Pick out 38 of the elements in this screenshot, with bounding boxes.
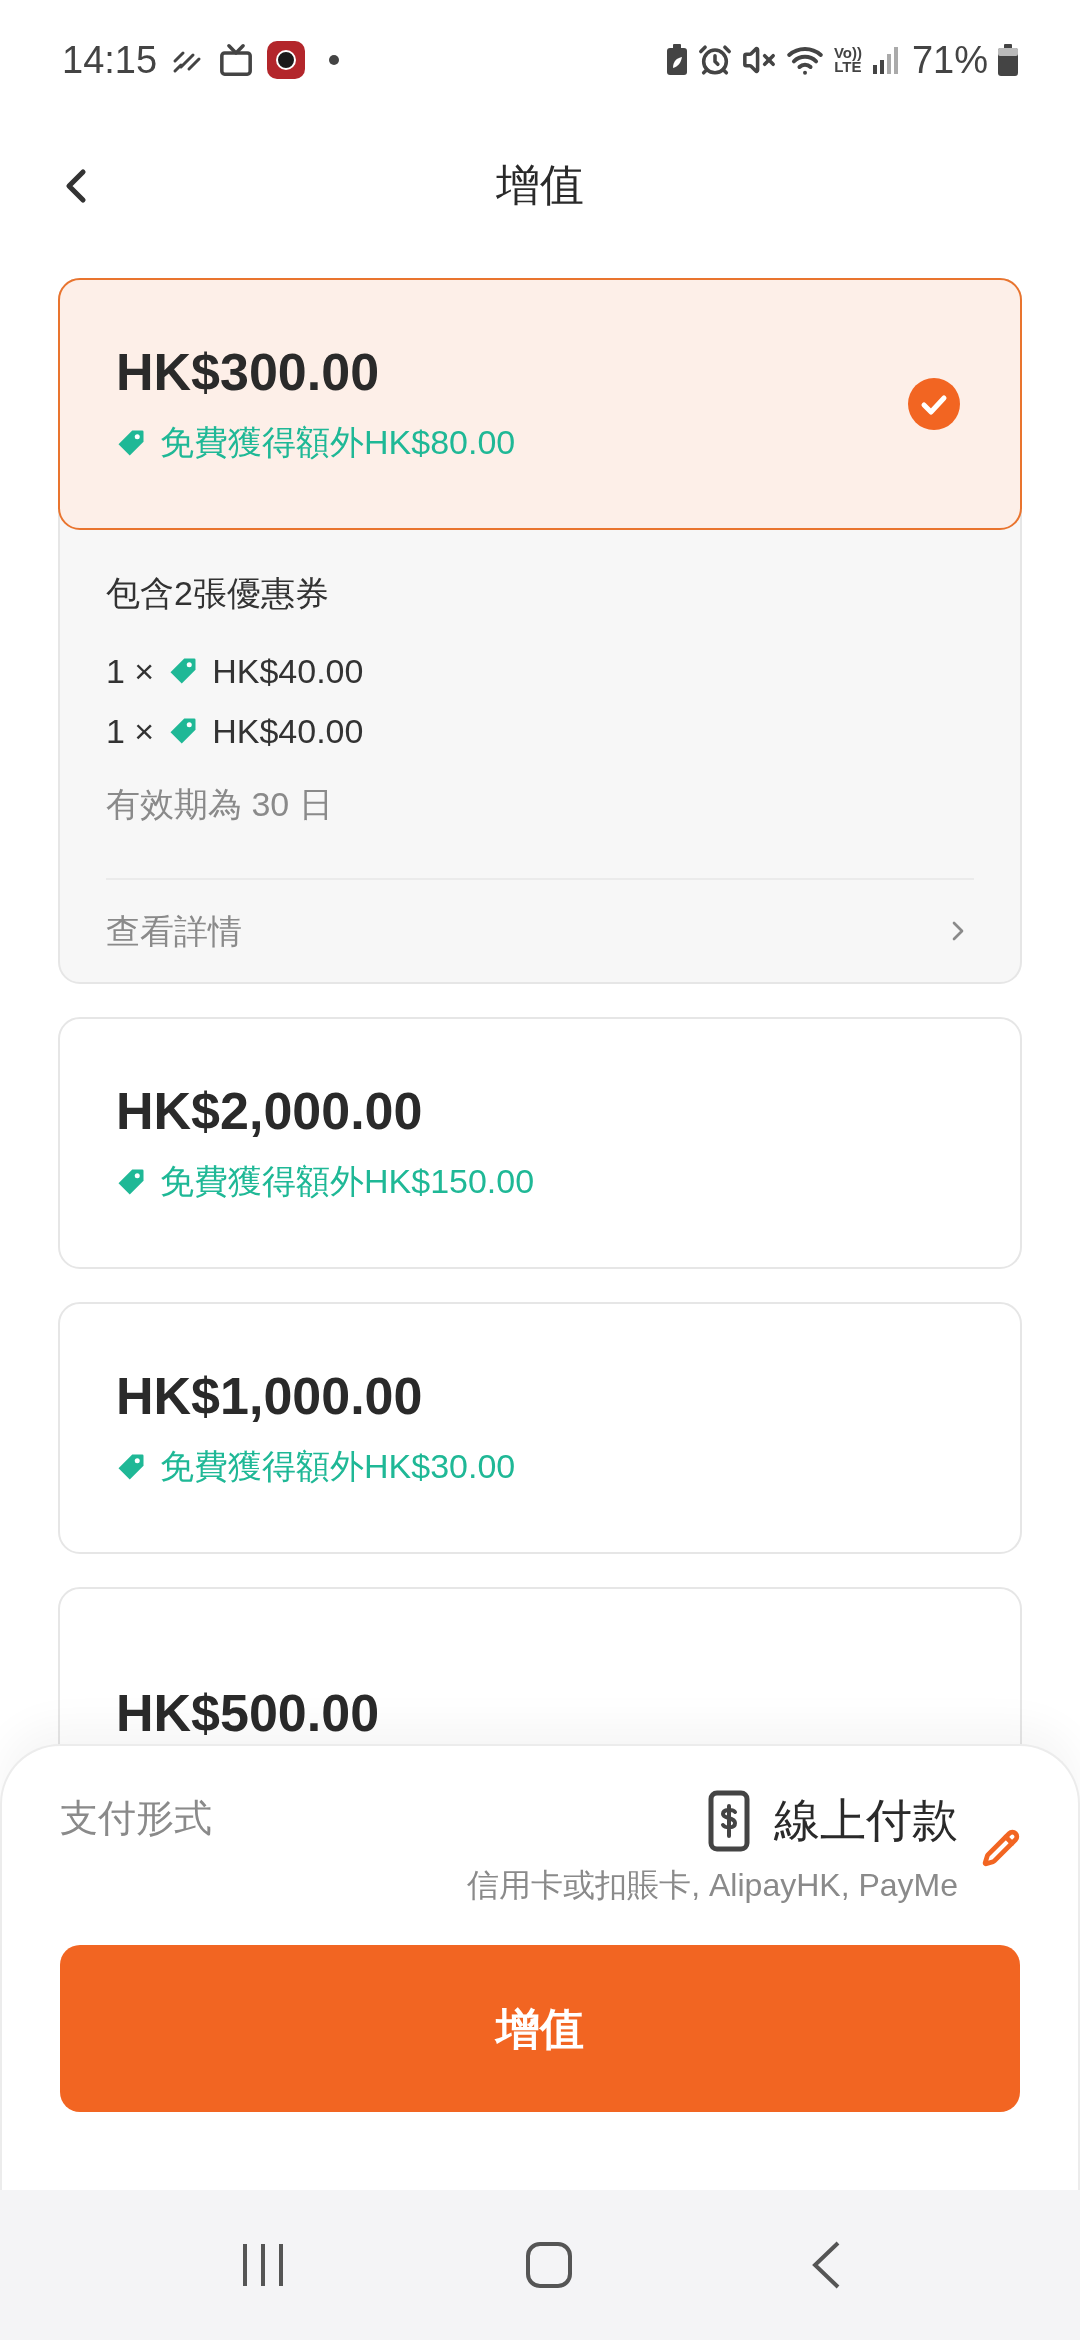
bonus-text: 免費獲得額外HK$150.00 [160,1161,535,1202]
package-amount: HK$1,000.00 [116,1366,424,1427]
payment-label: 支付形式 [60,1796,212,1841]
bonus-text: 免費獲得額外HK$30.00 [160,1446,516,1487]
payment-method: 線上付款 [774,1793,958,1848]
battery-saver-icon [665,44,688,76]
network-label: LTE [834,60,862,75]
package-option[interactable]: HK$300.00 免費獲得額外HK$80.00 [58,278,1022,530]
coupon-value: HK$40.00 [212,710,364,752]
app-icon [267,41,306,79]
check-icon [908,378,960,430]
payment-description: 信用卡或扣賬卡, AlipayHK, PayMe [467,1866,958,1905]
package-option[interactable]: HK$500.00 [58,1587,1022,1746]
coupon-quantity: 1 × [106,710,155,752]
tag-icon [168,656,199,686]
home-icon[interactable] [525,2241,573,2289]
package-option[interactable]: HK$1,000.00 免費獲得額外HK$30.00 [58,1302,1022,1554]
clock-time: 14:15 [62,37,158,83]
edit-button[interactable] [982,1828,1020,1867]
phone-dollar-icon [708,1789,750,1852]
package-option[interactable]: HK$2,000.00 免費獲得額外HK$150.00 [58,1017,1022,1269]
volte-label: Vo)) [833,45,862,60]
coupon-summary: 包含2張優惠券 [106,573,330,614]
back-nav-icon[interactable] [811,2240,841,2290]
coupon-value: HK$40.00 [212,650,364,692]
package-amount: HK$300.00 [116,342,381,403]
bonus-text: 免費獲得額外HK$80.00 [160,422,516,463]
validity-text: 有效期為 30 日 [106,784,334,825]
battery-percentage: 71% [911,37,988,83]
package-amount: HK$500.00 [116,1682,380,1744]
battery-icon [998,44,1018,76]
page-title: 增值 [496,159,584,211]
tv-icon [219,43,254,77]
edit-icon [982,1828,1020,1867]
alarm-icon [697,43,732,77]
coupon-quantity: 1 × [106,650,155,692]
package-amount: HK$2,000.00 [116,1081,424,1142]
tag-icon [168,716,199,746]
